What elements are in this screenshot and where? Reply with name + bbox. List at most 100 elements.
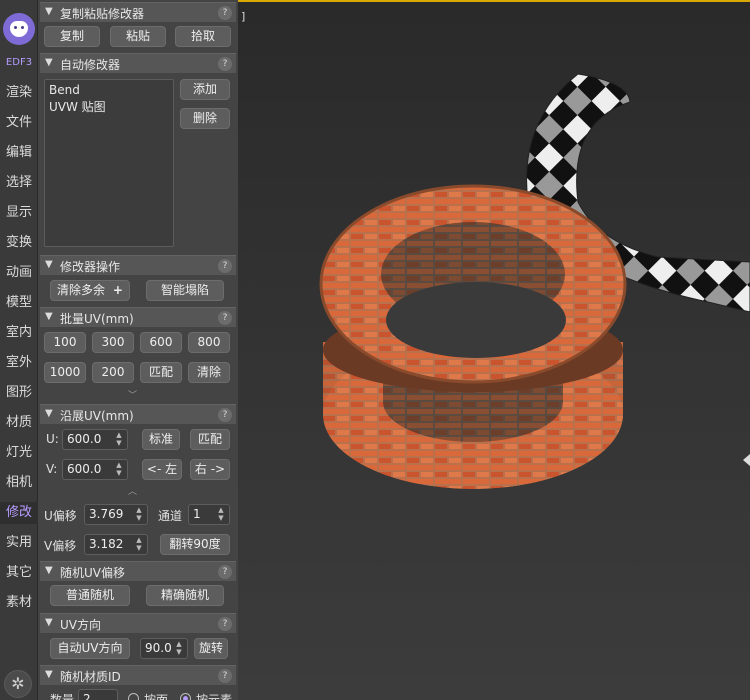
nav-item-shape[interactable]: 图形 (0, 382, 38, 404)
brick-ring-object[interactable] (319, 184, 627, 489)
channel-label: 通道 (158, 509, 183, 523)
stepper-arrows-icon[interactable]: ▲ ▼ (113, 431, 125, 448)
collapse-chevron-icon[interactable]: ︿ (128, 484, 137, 497)
uv-600-button[interactable]: 600 (140, 332, 182, 353)
help-icon[interactable]: ? (218, 408, 232, 422)
collapse-triangle-icon: ▼ (45, 311, 53, 322)
stepper-arrows-icon[interactable]: ▲ ▼ (133, 536, 145, 553)
rotate-button[interactable]: 旋转 (194, 638, 228, 659)
uv-800-button[interactable]: 800 (188, 332, 230, 353)
plus-icon: + (112, 283, 123, 297)
nav-item-transform[interactable]: 变换 (0, 232, 38, 254)
nav-item-camera[interactable]: 相机 (0, 472, 38, 494)
clear-extra-button[interactable]: 清除多余 + (50, 280, 130, 301)
v-size-stepper[interactable]: 600.0 ▲ ▼ (62, 459, 128, 480)
stepper-arrows-icon[interactable]: ▲ ▼ (173, 640, 185, 657)
nav-item-render[interactable]: 渲染 (0, 82, 38, 104)
auto-modifier-list[interactable]: Bend UVW 贴图 (44, 79, 174, 247)
section-header-modifier-ops[interactable]: ▼ 修改器操作 ? (40, 255, 236, 275)
uv-clear-button[interactable]: 清除 (188, 362, 230, 383)
stepper-arrows-icon[interactable]: ▲ ▼ (133, 506, 145, 523)
section-title: 随机材质ID (60, 670, 121, 684)
smart-collapse-button[interactable]: 智能塌陷 (146, 280, 224, 301)
list-item[interactable]: UVW 贴图 (49, 99, 169, 116)
shift-right-button[interactable]: 右 -> (190, 459, 230, 480)
section-header-random-uv[interactable]: ▼ 随机UV偏移 ? (40, 561, 236, 581)
collapse-triangle-icon: ▼ (45, 6, 53, 17)
paste-button[interactable]: 粘贴 (110, 26, 166, 47)
uv-300-button[interactable]: 300 (92, 332, 134, 353)
normal-random-button[interactable]: 普通随机 (50, 585, 130, 606)
nav-item-modify[interactable]: 修改 (0, 502, 38, 524)
count-value: 2 (83, 692, 91, 700)
precise-random-button[interactable]: 精确随机 (146, 585, 224, 606)
v-offset-stepper[interactable]: 3.182 ▲ ▼ (84, 534, 148, 555)
by-face-radio[interactable] (128, 693, 139, 700)
section-header-batch-uv[interactable]: ▼ 批量UV(mm) ? (40, 307, 236, 327)
help-icon[interactable]: ? (218, 565, 232, 579)
nav-item-edit[interactable]: 编辑 (0, 142, 38, 164)
brand-label: EDF3 (5, 57, 33, 68)
help-icon[interactable]: ? (218, 311, 232, 325)
section-header-uv-direction[interactable]: ▼ UV方向 ? (40, 613, 236, 633)
section-header-auto-modifier[interactable]: ▼ 自动修改器 ? (40, 53, 236, 73)
collapse-triangle-icon: ▼ (45, 565, 53, 576)
u-offset-value: 3.769 (89, 507, 124, 521)
help-icon[interactable]: ? (218, 259, 232, 273)
nav-item-utility[interactable]: 实用 (0, 532, 38, 554)
uv-100-button[interactable]: 100 (44, 332, 86, 353)
v-label: V: (46, 462, 58, 476)
nav-item-display[interactable]: 显示 (0, 202, 38, 224)
section-header-extend-uv[interactable]: ▼ 沿展UV(mm) ? (40, 404, 236, 424)
settings-gear-icon[interactable]: ✲ (4, 670, 32, 698)
nav-item-exterior[interactable]: 室外 (0, 352, 38, 374)
standard-button[interactable]: 标准 (142, 429, 180, 450)
u-size-stepper[interactable]: 600.0 ▲ ▼ (62, 429, 128, 450)
match-button[interactable]: 匹配 (190, 429, 230, 450)
collapse-triangle-icon: ▼ (45, 57, 53, 68)
help-icon[interactable]: ? (218, 617, 232, 631)
u-offset-stepper[interactable]: 3.769 ▲ ▼ (84, 504, 148, 525)
v-offset-value: 3.182 (89, 537, 124, 551)
auto-uv-direction-button[interactable]: 自动UV方向 (50, 638, 130, 659)
count-stepper[interactable]: 2 (78, 689, 118, 700)
nav-item-material[interactable]: 材质 (0, 412, 38, 434)
nav-item-file[interactable]: 文件 (0, 112, 38, 134)
nav-item-animation[interactable]: 动画 (0, 262, 38, 284)
left-nav: EDF3 渲染 文件 编辑 选择 显示 变换 动画 模型 室内 室外 图形 材质… (0, 0, 38, 700)
by-element-radio[interactable] (180, 693, 191, 700)
angle-stepper[interactable]: 90.0 ▲ ▼ (140, 638, 188, 659)
uv-match-button[interactable]: 匹配 (140, 362, 182, 383)
copy-button[interactable]: 复制 (44, 26, 100, 47)
add-button[interactable]: 添加 (180, 79, 230, 100)
delete-button[interactable]: 删除 (180, 108, 230, 129)
nav-item-other[interactable]: 其它 (0, 562, 38, 584)
section-header-copy-paste[interactable]: ▼ 复制粘贴修改器 ? (40, 2, 236, 22)
u-label: U: (46, 432, 59, 446)
nav-item-interior[interactable]: 室内 (0, 322, 38, 344)
pick-button[interactable]: 拾取 (175, 26, 231, 47)
nav-item-model[interactable]: 模型 (0, 292, 38, 314)
nav-item-select[interactable]: 选择 (0, 172, 38, 194)
expand-chevron-icon[interactable]: ﹀ (128, 388, 137, 401)
uv-1000-button[interactable]: 1000 (44, 362, 86, 383)
nav-item-assets[interactable]: 素材 (0, 592, 38, 614)
help-icon[interactable]: ? (218, 6, 232, 20)
list-item[interactable]: Bend (49, 82, 169, 99)
stepper-arrows-icon[interactable]: ▲ ▼ (215, 506, 227, 523)
section-title: 自动修改器 (60, 58, 121, 72)
channel-stepper[interactable]: 1 ▲ ▼ (188, 504, 230, 525)
uv-200-button[interactable]: 200 (92, 362, 134, 383)
help-icon[interactable]: ? (218, 57, 232, 71)
section-title: 沿展UV(mm) (60, 409, 134, 423)
scene-render (319, 73, 750, 489)
logo-icon[interactable] (3, 13, 35, 45)
help-icon[interactable]: ? (218, 669, 232, 683)
flip-90-button[interactable]: 翻转90度 (160, 534, 230, 555)
section-header-random-material-id[interactable]: ▼ 随机材质ID ? (40, 665, 236, 685)
3d-viewport[interactable]: ] (238, 0, 750, 700)
shift-left-button[interactable]: <- 左 (142, 459, 182, 480)
stepper-arrows-icon[interactable]: ▲ ▼ (113, 461, 125, 478)
nav-item-light[interactable]: 灯光 (0, 442, 38, 464)
by-element-label: 按元素 (196, 693, 233, 700)
